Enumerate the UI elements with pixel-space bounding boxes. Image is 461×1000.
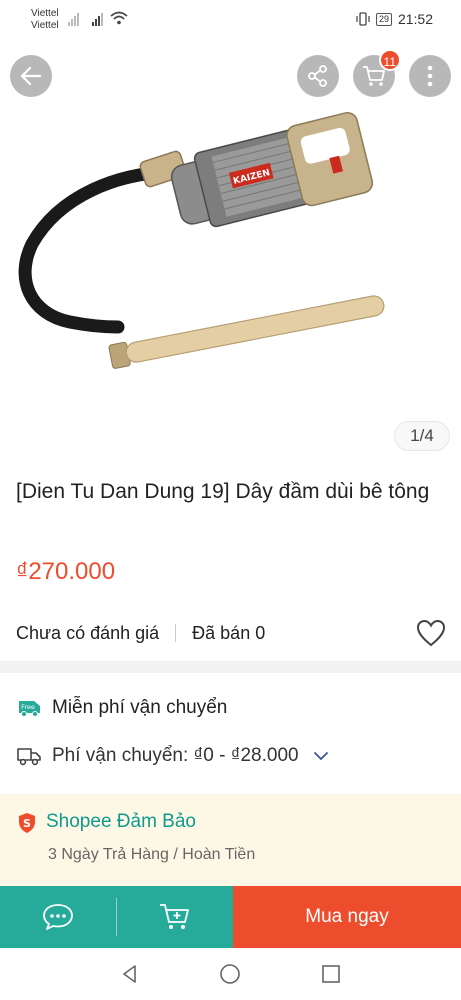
arrow-left-icon: [20, 66, 42, 86]
back-button[interactable]: [10, 55, 52, 97]
add-to-cart-button[interactable]: [117, 886, 233, 948]
product-image: KAIZEN: [18, 111, 385, 369]
free-shipping-icon: Free: [16, 699, 44, 717]
divider: [175, 624, 177, 642]
product-title: [Dien Tu Dan Dung 19] Dây đầm dùi bê tôn…: [16, 480, 430, 503]
status-bar: Viettel Viettel 29 21:52: [0, 0, 461, 44]
guarantee-subtitle: 3 Ngày Trả Hàng / Hoàn Tiền: [48, 846, 256, 863]
rating-row: Chưa có đánh giá Đã bán 0: [16, 617, 446, 649]
buy-now-button[interactable]: Mua ngay: [233, 886, 461, 948]
battery-indicator: 29: [375, 12, 392, 26]
action-divider: [116, 886, 117, 948]
svg-text:S: S: [23, 817, 31, 830]
free-badge-text: Free: [21, 703, 35, 711]
system-nav-bar: [0, 948, 461, 1000]
product-gallery[interactable]: KAIZEN 11 1/4: [0, 44, 461, 464]
guarantee-section[interactable]: S Shopee Đảm Bảo 3 Ngày Trả Hàng / Hoàn …: [0, 794, 461, 886]
chevron-down-icon[interactable]: [313, 751, 329, 761]
clock: 21:52: [397, 11, 433, 27]
add-to-cart-icon: [160, 904, 189, 929]
shipping-fee-label: Phí vận chuyển: ₫0 - ₫28.000: [52, 745, 299, 766]
rating-text[interactable]: Chưa có đánh giá: [16, 623, 159, 644]
guarantee-title: Shopee Đảm Bảo: [46, 811, 196, 832]
signal-1-icon: [68, 12, 79, 26]
nav-back-icon[interactable]: [120, 964, 140, 984]
nav-recents-icon[interactable]: [321, 964, 341, 984]
chat-icon: [43, 904, 73, 930]
truck-icon: [16, 746, 44, 766]
chat-button[interactable]: [0, 886, 116, 948]
share-icon: [308, 65, 327, 87]
product-price: ₫270.000: [16, 558, 116, 585]
heart-icon[interactable]: [416, 619, 446, 647]
signal-2-icon: [92, 12, 103, 26]
status-right: 29 21:52: [356, 11, 433, 27]
more-button[interactable]: [409, 55, 451, 97]
carrier-1: Viettel: [31, 8, 59, 19]
section-divider: [0, 661, 461, 673]
vibrate-icon: [356, 12, 370, 26]
shield-icon: S: [19, 813, 35, 833]
bottom-action-bar: Mua ngay: [0, 886, 461, 948]
nav-home-icon[interactable]: [219, 963, 241, 985]
free-shipping-row[interactable]: Free Miễn phí vận chuyển: [16, 697, 446, 719]
share-button[interactable]: [297, 55, 339, 97]
carrier-names: Viettel Viettel: [31, 8, 59, 32]
cart-count-badge: 11: [378, 49, 401, 71]
wifi-icon: [110, 11, 128, 25]
cart-button[interactable]: 11: [353, 49, 401, 97]
shipping-fee-row[interactable]: Phí vận chuyển: ₫0 - ₫28.000: [16, 745, 446, 767]
more-vertical-icon: [427, 65, 433, 87]
sold-count: Đã bán 0: [192, 622, 266, 643]
image-counter: 1/4: [394, 421, 450, 451]
free-shipping-label: Miễn phí vận chuyển: [52, 697, 228, 718]
carrier-2: Viettel: [31, 20, 59, 31]
